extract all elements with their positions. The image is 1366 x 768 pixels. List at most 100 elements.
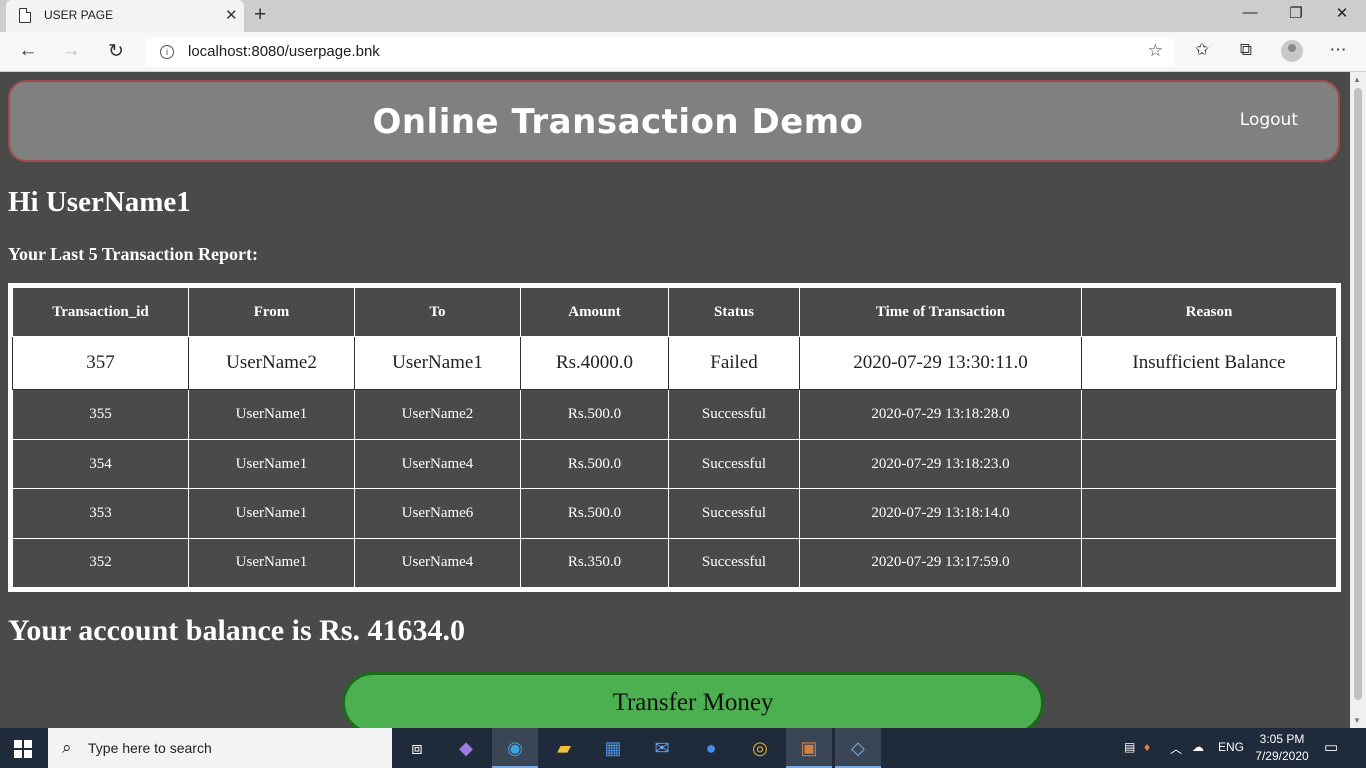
column-header: From [188, 287, 355, 337]
transaction-table: Transaction_id From To Amount Status Tim… [12, 287, 1337, 589]
cell-transaction-id: 357 [12, 335, 189, 391]
cell-reason [1081, 438, 1337, 490]
table-header-row: Transaction_id From To Amount Status Tim… [12, 287, 1337, 337]
browser-tab-bar: USER PAGE ✕ + — ❐ ✕ [0, 0, 1366, 32]
scroll-thumb[interactable] [1354, 88, 1362, 700]
onedrive-icon[interactable]: ☁ [1192, 740, 1204, 754]
taskbar-search-box[interactable]: ⌕ Type here to search [48, 728, 392, 768]
show-hidden-icons-icon[interactable]: ︿ [1170, 740, 1182, 757]
scroll-up-icon[interactable]: ▲ [1353, 75, 1361, 84]
collections-icon[interactable]: ⧉ [1232, 40, 1260, 60]
chrome-icon[interactable]: ◎ [737, 728, 783, 768]
page-content: Online Transaction Demo Logout Hi UserNa… [0, 72, 1350, 728]
cell-transaction-id: 354 [12, 438, 189, 490]
column-header: To [354, 287, 521, 337]
address-bar[interactable]: i localhost:8080/userpage.bnk ☆ [145, 37, 1175, 67]
column-header: Reason [1081, 287, 1337, 337]
mail-icon[interactable]: ✉ [639, 728, 685, 768]
edge-browser-icon[interactable]: ◉ [492, 728, 538, 768]
cell-amount: Rs.500.0 [520, 389, 669, 440]
cell-transaction-id: 355 [12, 389, 189, 440]
taskbar: ⌕ Type here to search ⧈ ◆ ◉ ▰ ▦ ✉ ● ◎ ▣ … [0, 728, 1366, 768]
favorite-star-icon[interactable]: ☆ [1148, 41, 1163, 61]
refresh-icon[interactable]: ↻ [102, 40, 130, 63]
cell-amount: Rs.350.0 [520, 537, 669, 589]
cell-status: Successful [668, 389, 800, 440]
cell-to: UserName4 [354, 537, 521, 589]
transfer-money-button[interactable]: Transfer Money [342, 672, 1044, 728]
cell-reason [1081, 537, 1337, 589]
cell-amount: Rs.500.0 [520, 488, 669, 539]
restore-icon[interactable]: ❐ [1273, 4, 1319, 22]
new-tab-icon[interactable]: + [254, 3, 266, 27]
favorites-icon[interactable]: ✩ [1188, 40, 1216, 60]
url-text: localhost:8080/userpage.bnk [188, 43, 380, 60]
clock-date: 7/29/2020 [1255, 749, 1309, 763]
tab-title: USER PAGE [44, 8, 114, 22]
language-indicator[interactable]: ENG [1218, 740, 1244, 754]
cell-amount: Rs.4000.0 [520, 335, 669, 391]
cell-status: Failed [668, 335, 800, 391]
cell-time: 2020-07-29 13:18:28.0 [799, 389, 1082, 440]
notifications-icon[interactable]: ▭ [1324, 738, 1338, 756]
cell-to: UserName4 [354, 438, 521, 490]
sql-tool-icon[interactable]: ◇ [835, 728, 881, 768]
cell-time: 2020-07-29 13:17:59.0 [799, 537, 1082, 589]
close-tab-icon[interactable]: ✕ [225, 6, 238, 24]
task-view-icon[interactable]: ⧈ [394, 728, 440, 768]
profile-avatar[interactable] [1281, 40, 1303, 62]
column-header: Status [668, 287, 800, 337]
cell-to: UserName2 [354, 389, 521, 440]
report-heading: Your Last 5 Transaction Report: [8, 244, 259, 264]
logout-link[interactable]: Logout [1240, 110, 1298, 130]
cell-from: UserName2 [188, 335, 355, 391]
table-row: 354 UserName1 UserName4 Rs.500.0 Success… [12, 438, 1337, 490]
browser-tab[interactable]: USER PAGE ✕ [6, 0, 244, 32]
cell-status: Successful [668, 438, 800, 490]
transaction-table-container: Transaction_id From To Amount Status Tim… [8, 283, 1341, 592]
table-row: 357 UserName2 UserName1 Rs.4000.0 Failed… [12, 335, 1337, 391]
close-window-icon[interactable]: ✕ [1319, 4, 1365, 22]
back-icon[interactable]: ← [14, 40, 42, 62]
table-row: 355 UserName1 UserName2 Rs.500.0 Success… [12, 389, 1337, 440]
security-tray-icon[interactable]: ▤ [1124, 740, 1135, 754]
cell-reason: Insufficient Balance [1081, 335, 1337, 391]
search-placeholder: Type here to search [88, 740, 212, 756]
clock-time: 3:05 PM [1259, 732, 1305, 746]
system-clock[interactable]: 3:05 PM 7/29/2020 [1250, 731, 1314, 765]
cell-transaction-id: 352 [12, 537, 189, 589]
table-row: 352 UserName1 UserName4 Rs.350.0 Success… [12, 537, 1337, 589]
app-tray-icon[interactable]: ♦ [1144, 740, 1150, 754]
search-icon: ⌕ [62, 738, 72, 757]
table-row: 353 UserName1 UserName6 Rs.500.0 Success… [12, 488, 1337, 539]
cell-from: UserName1 [188, 438, 355, 490]
cell-time: 2020-07-29 13:18:14.0 [799, 488, 1082, 539]
site-title: Online Transaction Demo [372, 102, 864, 142]
firefox-icon[interactable]: ● [688, 728, 734, 768]
cell-from: UserName1 [188, 488, 355, 539]
site-header: Online Transaction Demo Logout [8, 80, 1340, 162]
column-header: Transaction_id [12, 287, 189, 337]
cell-amount: Rs.500.0 [520, 438, 669, 490]
visual-studio-icon[interactable]: ◆ [443, 728, 489, 768]
forward-icon[interactable]: → [57, 40, 85, 62]
page-icon [19, 8, 31, 23]
cell-status: Successful [668, 537, 800, 589]
cell-reason [1081, 488, 1337, 539]
more-menu-icon[interactable]: ⋯ [1324, 40, 1352, 60]
store-icon[interactable]: ▦ [590, 728, 636, 768]
info-icon[interactable]: i [160, 45, 174, 59]
cell-reason [1081, 389, 1337, 440]
game-app-icon[interactable]: ▣ [786, 728, 832, 768]
vertical-scrollbar[interactable]: ▲ ▼ [1350, 72, 1366, 728]
minimize-icon[interactable]: — [1227, 4, 1273, 21]
cell-from: UserName1 [188, 537, 355, 589]
scroll-down-icon[interactable]: ▼ [1353, 716, 1361, 725]
cell-from: UserName1 [188, 389, 355, 440]
cell-transaction-id: 353 [12, 488, 189, 539]
column-header: Time of Transaction [799, 287, 1082, 337]
file-explorer-icon[interactable]: ▰ [541, 728, 587, 768]
column-header: Amount [520, 287, 669, 337]
cell-to: UserName6 [354, 488, 521, 539]
windows-start-icon[interactable] [14, 740, 32, 758]
